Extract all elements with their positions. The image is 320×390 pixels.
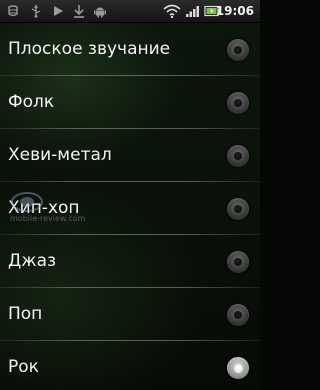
preset-row-heavy-metal[interactable]: Хеви-метал [0, 129, 260, 181]
radio-button[interactable] [226, 250, 250, 274]
radio-dot [233, 363, 243, 373]
radio-dot [234, 258, 242, 266]
preset-label: Поп [8, 304, 43, 324]
wifi-icon [163, 3, 181, 19]
preset-row-hip-hop[interactable]: Хип-хоп [0, 182, 260, 234]
preset-row-folk[interactable]: Фолк [0, 76, 260, 128]
preset-label: Плоское звучание [8, 39, 171, 59]
preset-row-jazz[interactable]: Джаз [0, 235, 260, 287]
radio-button[interactable] [226, 303, 250, 327]
android-icon [93, 3, 107, 19]
equalizer-preset-list: Плоское звучание Фолк Хеви-метал Хип-хоп… [0, 23, 260, 390]
radio-button-selected[interactable] [226, 356, 250, 380]
download-icon [72, 3, 86, 19]
status-clock: 19:06 [215, 4, 254, 18]
radio-dot [234, 152, 242, 160]
preset-label: Хип-хоп [8, 198, 80, 218]
play-icon [51, 3, 65, 19]
preset-label: Хеви-метал [8, 145, 112, 165]
preset-row-flat[interactable]: Плоское звучание [0, 23, 260, 75]
radio-dot [234, 205, 242, 213]
radio-button[interactable] [226, 144, 250, 168]
preset-label: Рок [8, 357, 39, 377]
radio-button[interactable] [226, 91, 250, 115]
preset-row-rock[interactable]: Рок [0, 341, 260, 390]
signal-icon [185, 3, 201, 19]
radio-button[interactable] [226, 197, 250, 221]
radio-button[interactable] [226, 38, 250, 62]
preset-label: Джаз [8, 251, 57, 271]
radio-dot [234, 46, 242, 54]
usb-icon [29, 3, 43, 19]
radio-dot [234, 99, 242, 107]
radio-dot [234, 311, 242, 319]
screen: 19:06 Плоское звучание Фолк Хеви-метал Х… [0, 0, 260, 390]
preset-row-pop[interactable]: Поп [0, 288, 260, 340]
preset-label: Фолк [8, 92, 55, 112]
usb-debug-icon [6, 3, 20, 19]
status-bar: 19:06 [0, 0, 260, 23]
